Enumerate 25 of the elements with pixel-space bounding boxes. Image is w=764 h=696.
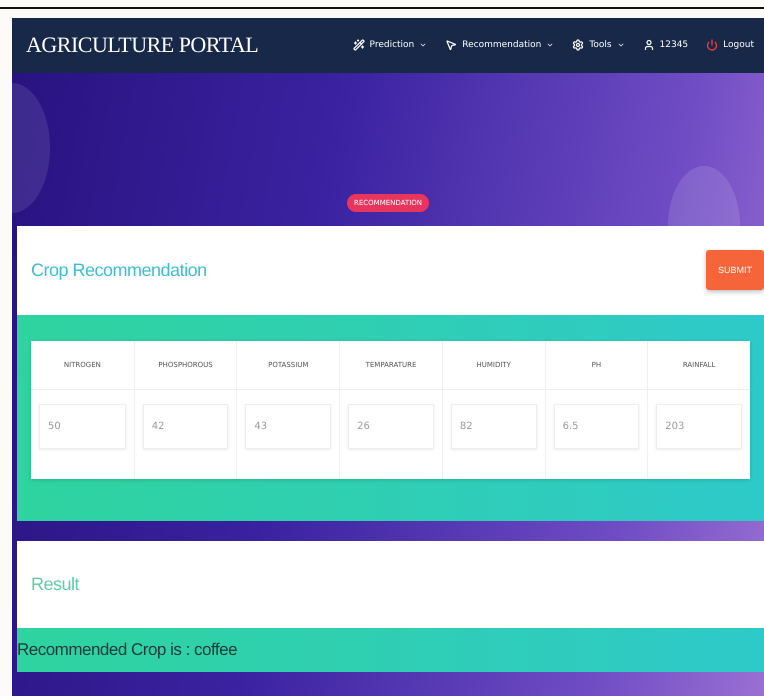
power-icon [706, 39, 718, 51]
input-field[interactable]: 6.5 [554, 404, 640, 448]
submit-button[interactable]: SUBMIT [706, 250, 764, 290]
pointer-icon [445, 39, 458, 51]
input-field[interactable]: 26 [348, 404, 434, 448]
caret-icon [616, 41, 625, 49]
nav-dropdown[interactable]: Prediction [352, 39, 428, 51]
nav-link[interactable]: 12345 [642, 39, 688, 51]
input-field[interactable]: 82 [450, 404, 537, 448]
settings-icon [572, 39, 584, 51]
result-message: Recommended Crop is : coffee [17, 628, 764, 672]
nav-link[interactable]: Logout [706, 39, 754, 51]
nav-dropdown[interactable]: Recommendation [445, 39, 554, 51]
caret-icon [419, 41, 428, 49]
nav-dropdown[interactable]: Tools [572, 39, 625, 51]
card-title: Crop Recommendation [31, 260, 207, 280]
user-icon [642, 39, 655, 51]
caret-icon [546, 41, 554, 49]
input-field[interactable]: 50 [39, 404, 126, 448]
input-field[interactable]: 203 [656, 404, 742, 448]
wand-icon [352, 39, 365, 51]
brand-title: AGRICULTURE PORTAL [26, 32, 260, 58]
input-field[interactable]: 42 [142, 404, 228, 448]
card-title: Result [31, 574, 80, 594]
input-field[interactable]: 43 [245, 404, 332, 448]
